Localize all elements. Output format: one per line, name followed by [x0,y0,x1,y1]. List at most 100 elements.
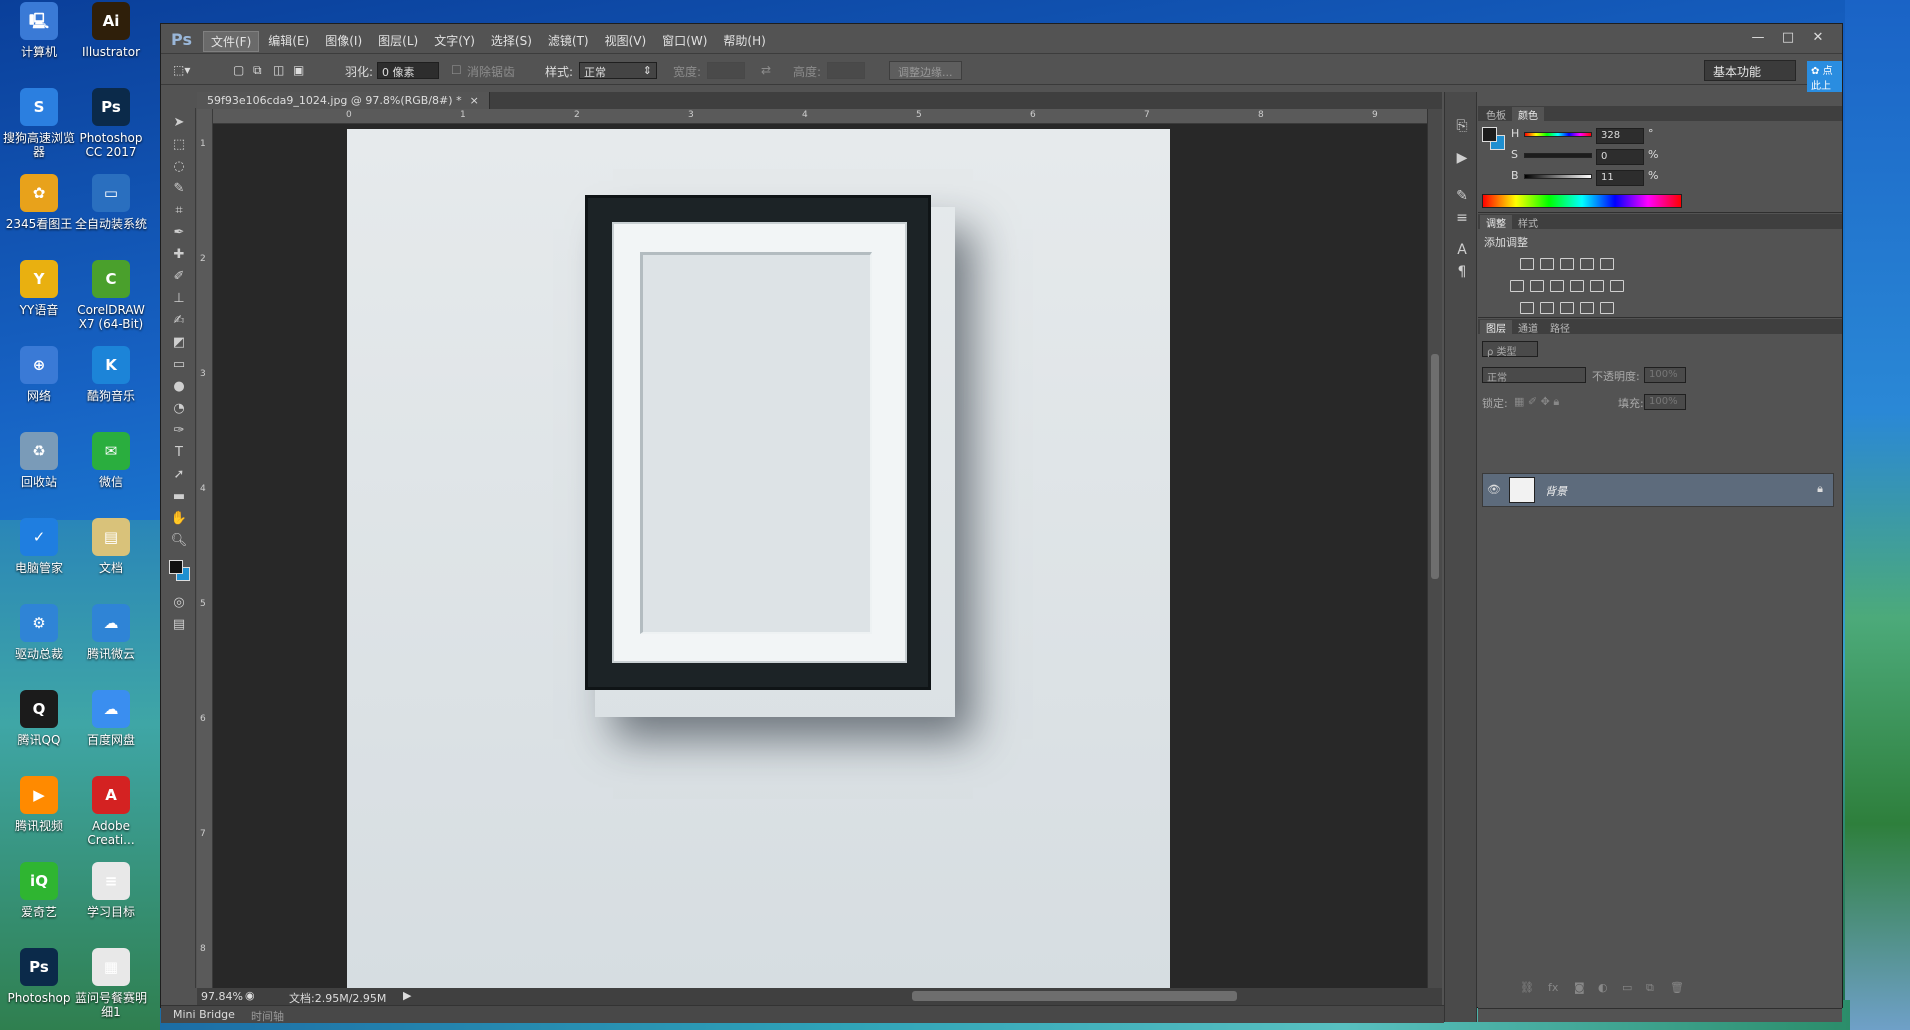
desktop-icon[interactable]: C CorelDRAW X7 (64-Bit) [72,258,150,340]
desktop-icon[interactable]: Q 腾讯QQ [0,688,78,770]
levels-adjust-icon[interactable] [1540,258,1554,270]
menu-file[interactable]: 文件(F) [203,31,260,52]
desktop-icon[interactable]: ▦ 蓝问号餐赛明细1 [72,946,150,1028]
quick-select-icon[interactable]: ✎ [169,180,189,198]
layer-name[interactable]: 背景 [1545,483,1567,499]
gradient-tool-icon[interactable]: ▭ [169,356,189,374]
desktop-icon[interactable]: Ai Illustrator [72,0,150,82]
tab-paths[interactable]: 路径 [1544,320,1576,335]
feather-input[interactable]: 0 像素 [377,62,439,79]
brightness-input[interactable]: 11 [1596,170,1644,186]
canvas-area[interactable] [213,124,1427,993]
tab-channels[interactable]: 通道 [1512,320,1544,335]
dodge-tool-icon[interactable]: ◔ [169,400,189,418]
intersect-selection-icon[interactable]: ▣ [293,63,304,77]
link-layers-icon[interactable]: ⛓ [1520,981,1534,994]
menu-filter[interactable]: 滤镜(T) [541,31,596,52]
zoom-tool-icon[interactable]: 🔍︎ [169,532,189,550]
desktop-icon[interactable]: ≡ 学习目标 [72,860,150,942]
tab-color[interactable]: 颜色 [1512,107,1544,122]
brightness-slider[interactable] [1524,174,1592,179]
history-icon[interactable]: ⎘ [1452,118,1472,138]
zoom-level[interactable]: 97.84% [201,990,243,1003]
hue-slider[interactable] [1524,132,1592,137]
brightness-adjust-icon[interactable] [1520,258,1534,270]
document-tab[interactable]: 59f93e106cda9_1024.jpg @ 97.8%(RGB/8#) *… [197,92,490,109]
antialias-checkbox[interactable]: ☐ [451,63,462,77]
desktop-icon[interactable]: ☁ 腾讯微云 [72,602,150,684]
tab-styles[interactable]: 样式 [1512,215,1544,230]
desktop-icon[interactable]: ▤ 文档 [72,516,150,598]
close-button[interactable]: ✕ [1804,28,1832,48]
mask-icon[interactable]: ◙ [1574,981,1585,994]
brush-presets-icon[interactable]: ≡ [1452,210,1472,230]
invert-adjust-icon[interactable] [1520,302,1534,314]
screen-mode-icon[interactable]: ▤ [169,616,189,634]
menu-window[interactable]: 窗口(W) [655,31,714,52]
opacity-input[interactable]: 100% [1644,367,1686,383]
eraser-tool-icon[interactable]: ◩ [169,334,189,352]
color-lookup-adjust-icon[interactable] [1610,280,1624,292]
paragraph-icon[interactable]: ¶ [1452,264,1472,284]
vibrance-adjust-icon[interactable] [1600,258,1614,270]
marquee-tool-icon[interactable]: ⬚ [169,136,189,154]
exposure-adjust-icon[interactable] [1580,258,1594,270]
actions-icon[interactable]: ▶ [1452,150,1472,170]
desktop-icon[interactable]: ⊕ 网络 [0,344,78,426]
selective-color-adjust-icon[interactable] [1580,302,1594,314]
vertical-scrollbar[interactable] [1427,109,1442,989]
saturation-slider[interactable] [1524,153,1592,158]
blend-mode-select[interactable]: 正常 [1482,367,1586,384]
adjustment-layer-icon[interactable]: ◐ [1598,981,1608,994]
marquee-preset-icon[interactable]: ⬚▾ [173,63,190,77]
eyedropper-icon[interactable]: ✒ [169,224,189,242]
menu-edit[interactable]: 编辑(E) [261,31,316,52]
color-balance-adjust-icon[interactable] [1530,280,1544,292]
desktop-icon[interactable]: ☁ 百度网盘 [72,688,150,770]
desktop-icon[interactable]: ▶ 腾讯视频 [0,774,78,856]
quick-mask-icon[interactable]: ◎ [169,594,189,612]
tab-swatches[interactable]: 色板 [1480,107,1512,122]
desktop-icon[interactable]: Y YY语音 [0,258,78,340]
curves-adjust-icon[interactable] [1560,258,1574,270]
threshold-adjust-icon[interactable] [1560,302,1574,314]
swap-icon[interactable]: ⇄ [761,63,771,77]
move-tool-icon[interactable]: ➤ [169,114,189,132]
photo-filter-adjust-icon[interactable] [1570,280,1584,292]
shape-tool-icon[interactable]: ▬ [169,488,189,506]
lasso-tool-icon[interactable]: ◌ [169,158,189,176]
desktop-icon[interactable]: ✿ 2345看图王 [0,172,78,254]
brush-panel-icon[interactable]: ✎ [1452,188,1472,208]
saturation-input[interactable]: 0 [1596,149,1644,165]
new-layer-icon[interactable]: ⧉ [1646,981,1654,995]
stamp-tool-icon[interactable]: ⊥ [169,290,189,308]
desktop-icon[interactable]: ⚙ 驱动总裁 [0,602,78,684]
horizontal-scroll-thumb[interactable] [912,991,1237,1001]
hue-sat-adjust-icon[interactable] [1510,280,1524,292]
vertical-ruler[interactable]: 1 2 3 4 5 6 7 8 [197,109,213,989]
desktop-icon[interactable]: ✓ 电脑管家 [0,516,78,598]
fx-icon[interactable]: fx [1548,981,1558,994]
tab-timeline[interactable]: 时间轴 [251,1008,284,1024]
status-menu-arrow-icon[interactable]: ▶ [403,989,411,1002]
desktop-icon[interactable]: 🖳 计算机 [0,0,78,82]
minimize-button[interactable]: — [1744,28,1772,48]
menu-view[interactable]: 视图(V) [598,31,654,52]
gradient-map-adjust-icon[interactable] [1600,302,1614,314]
tab-mini-bridge[interactable]: Mini Bridge [173,1008,235,1021]
menu-layer[interactable]: 图层(L) [371,31,425,52]
desktop-icon[interactable]: K 酷狗音乐 [72,344,150,426]
lock-icons[interactable]: ▦ ✐ ✥ 🔒︎ [1514,395,1559,409]
desktop-icon[interactable]: ✉ 微信 [72,430,150,512]
document-canvas[interactable] [347,129,1170,993]
style-select[interactable]: 正常 ⇕ [579,62,657,79]
status-info-icon[interactable]: ◉ [245,989,255,1002]
hand-tool-icon[interactable]: ✋ [169,510,189,528]
crop-tool-icon[interactable]: ⌗ [169,202,189,220]
close-tab-icon[interactable]: × [470,94,479,107]
workspace-button[interactable]: 基本功能 [1704,60,1796,81]
subtract-selection-icon[interactable]: ◫ [273,63,284,77]
menu-image[interactable]: 图像(I) [318,31,369,52]
layer-row-background[interactable]: 👁︎ 背景 🔒︎ [1482,473,1834,507]
tab-adjustments[interactable]: 调整 [1480,215,1512,230]
